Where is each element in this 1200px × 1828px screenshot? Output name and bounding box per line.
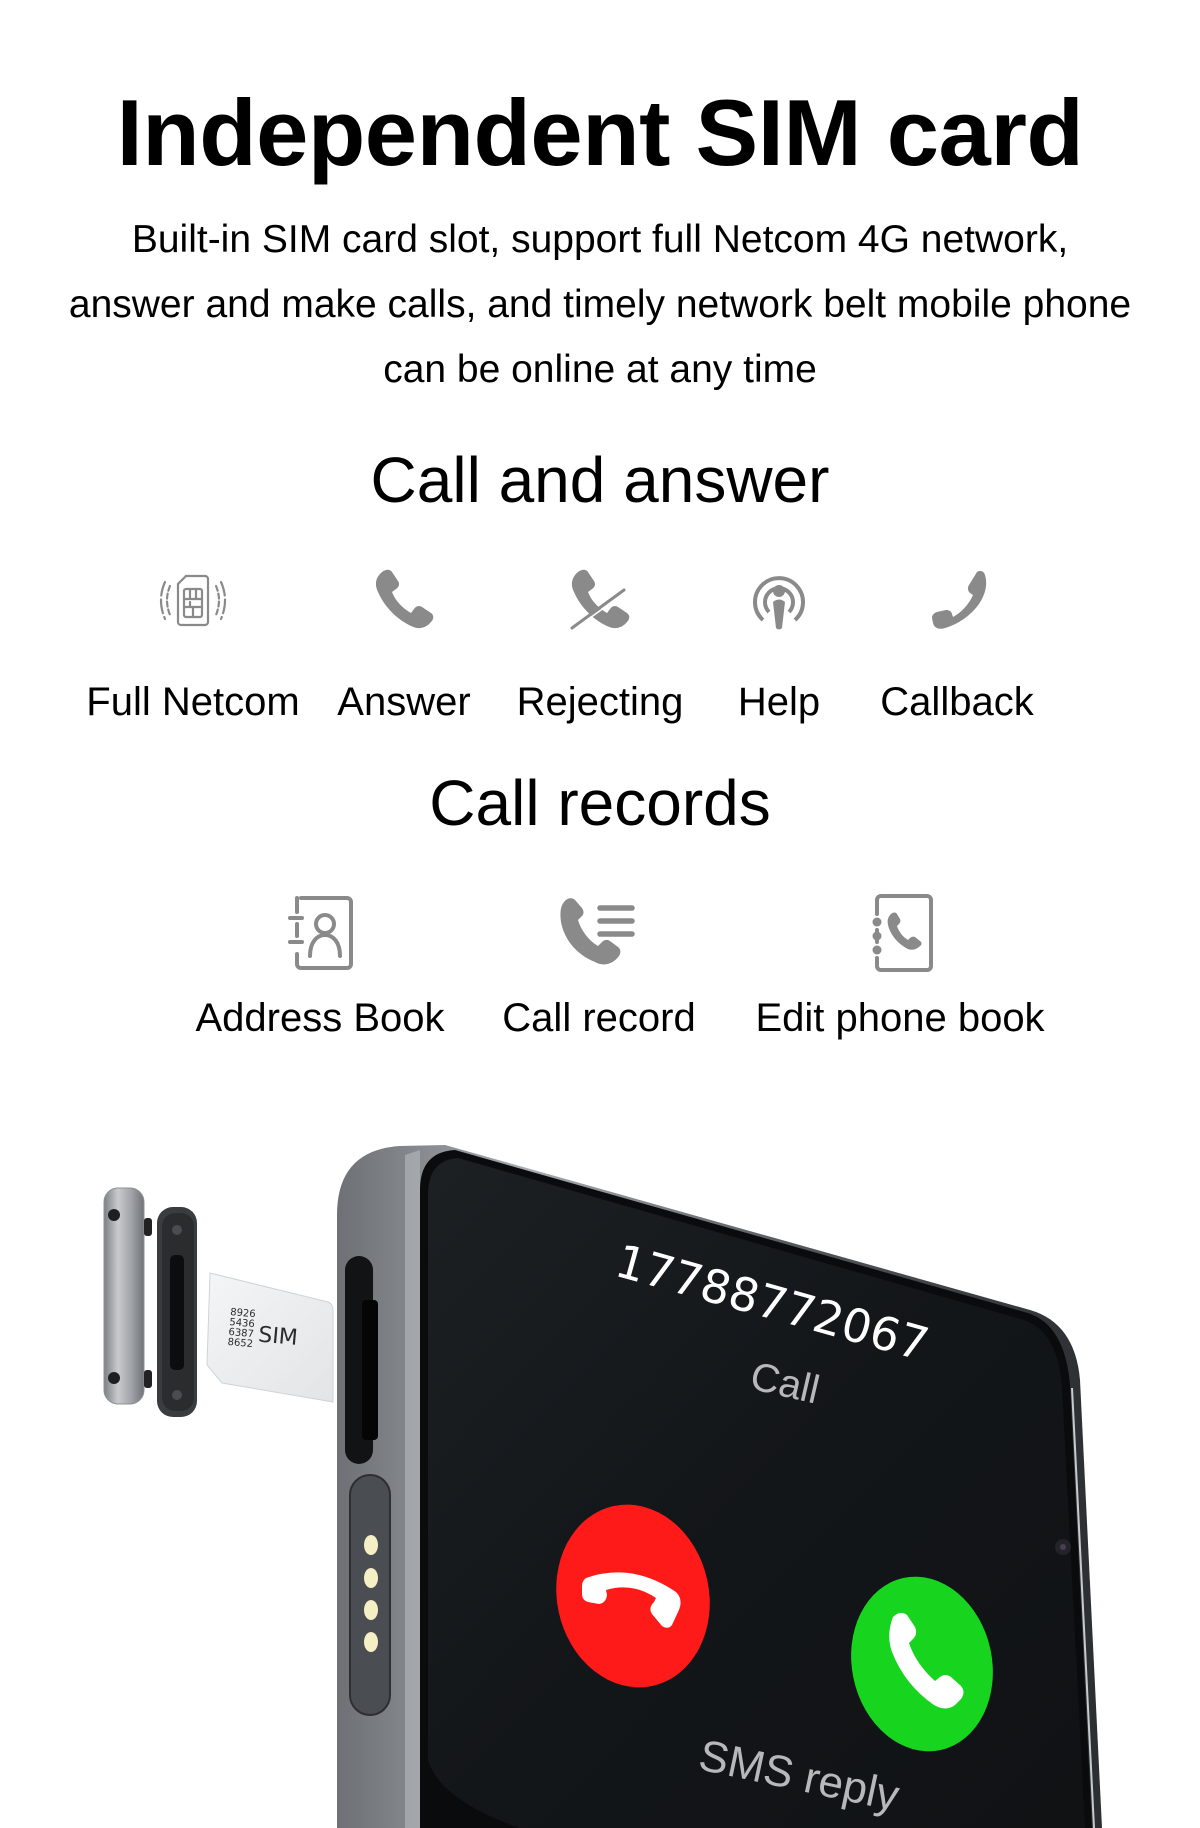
- section-heading-call-records: Call records: [429, 767, 771, 839]
- description-line: answer and make calls, and timely networ…: [68, 283, 1132, 326]
- feature-answer: Answer: [304, 562, 504, 724]
- feature-call-record: Call record: [499, 890, 699, 1040]
- phone-list-icon: [560, 898, 635, 965]
- sim-label: SIM: [257, 1323, 298, 1351]
- sim-number-line: 8652: [227, 1337, 253, 1350]
- feature-address-book: Address Book: [195, 890, 445, 1040]
- contact-book-icon: [288, 896, 353, 970]
- phone-crossed-icon: [570, 569, 630, 630]
- feature-edit-phone-book: Edit phone book: [755, 890, 1045, 1040]
- feature-help: Help: [679, 562, 879, 724]
- section-heading-call-and-answer: Call and answer: [370, 444, 830, 516]
- sim-card: 8926 5436 6387 8652 SIM: [206, 1272, 334, 1403]
- sim-signal-icon: [159, 574, 227, 627]
- description-line: Built-in SIM card slot, support full Net…: [131, 218, 1069, 261]
- product-image: 8926 5436 6387 8652 SIM 17788772067 Call…: [103, 1145, 1102, 1828]
- phone-callback-icon: [932, 571, 987, 629]
- description-line: can be online at any time: [383, 348, 817, 391]
- sim-cover-plate: [103, 1187, 152, 1405]
- smartwatch-phone: [337, 1145, 1102, 1828]
- phone-icon: [375, 569, 434, 629]
- feature-callback: Callback: [857, 562, 1057, 724]
- phone-book-icon: [872, 894, 933, 972]
- page-title: Independent SIM card: [116, 80, 1084, 185]
- feature-label: Callback: [880, 680, 1034, 724]
- feature-label: Edit phone book: [755, 996, 1045, 1040]
- feature-rejecting: Rejecting: [500, 562, 700, 724]
- sim-gasket: [157, 1207, 197, 1417]
- feature-full-netcom: Full Netcom: [86, 562, 300, 724]
- broadcast-person-icon: [753, 576, 805, 630]
